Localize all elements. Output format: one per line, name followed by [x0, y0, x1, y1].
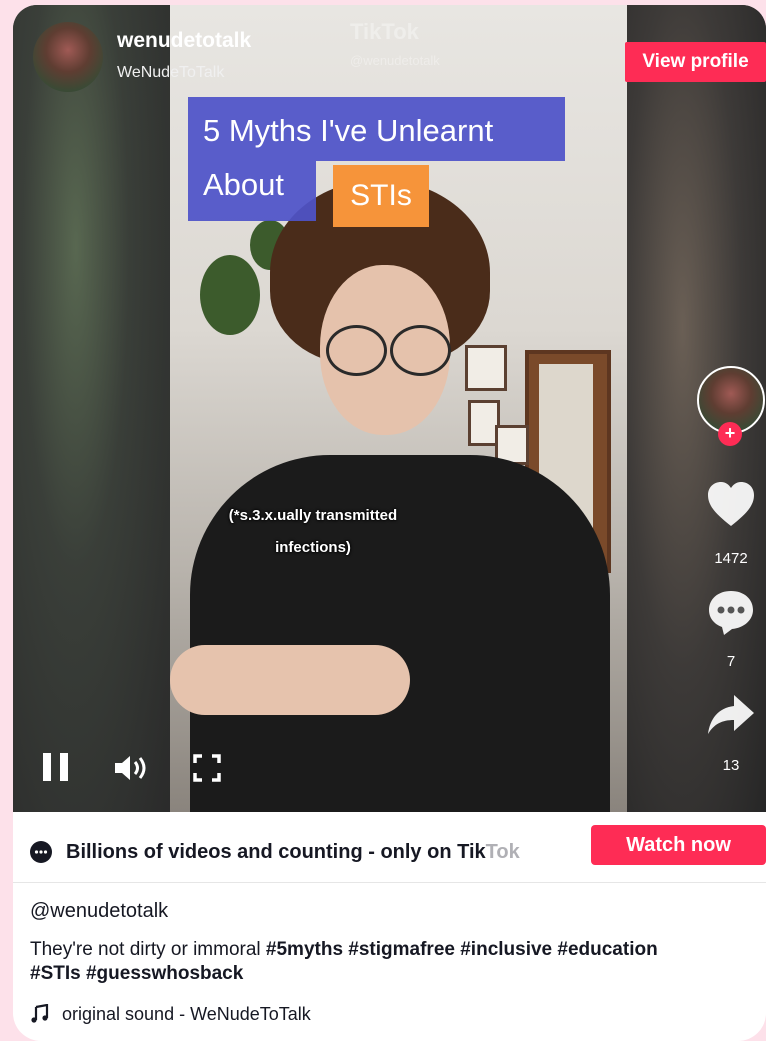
tiktok-watermark: TikTok	[350, 19, 419, 44]
follow-plus-icon[interactable]: +	[718, 422, 742, 446]
hashtags-line2[interactable]: #STIs #guesswhosback	[30, 963, 243, 984]
glasses	[320, 325, 451, 376]
description-text: They're not dirty or immoral #5myths #st…	[30, 938, 750, 986]
pause-icon[interactable]	[43, 753, 71, 781]
promo-banner-text: Billions of videos and counting - only o…	[66, 841, 520, 864]
share-icon[interactable]	[701, 693, 761, 742]
heart-icon[interactable]	[701, 480, 761, 533]
volume-icon[interactable]	[113, 753, 149, 788]
author-avatar[interactable]	[33, 22, 103, 92]
wall-picture	[465, 345, 507, 391]
overlay-title-line2: About	[203, 167, 285, 202]
like-count: 1472	[714, 550, 748, 567]
video-caption: (*s.3.x.ually transmitted infections)	[173, 500, 453, 564]
person-hand	[170, 645, 410, 715]
video-blur-left	[13, 5, 170, 812]
watch-now-button[interactable]: Watch now	[591, 825, 766, 865]
promo-text-faded: Tok	[485, 841, 520, 863]
hashtags-line1[interactable]: #5myths #stigmafree #inclusive #educatio…	[266, 939, 658, 960]
video-player[interactable]: TikTok @wenudetotalk 5 Myths I've Unlear…	[13, 5, 766, 812]
music-note-icon	[30, 1003, 50, 1030]
view-profile-button[interactable]: View profile	[625, 42, 766, 82]
music-label[interactable]: original sound - WeNudeToTalk	[62, 1004, 311, 1025]
share-count: 13	[722, 757, 740, 774]
tiktok-embed-card: TikTok @wenudetotalk 5 Myths I've Unlear…	[13, 5, 766, 1041]
fullscreen-icon[interactable]	[193, 754, 221, 787]
author-username[interactable]: wenudetotalk	[117, 29, 251, 53]
caption-line2: infections)	[275, 539, 351, 556]
plant-leaves	[200, 255, 260, 335]
promo-text-main: Billions of videos and counting - only o…	[66, 841, 486, 863]
overlay-title-highlight: STIs	[333, 165, 429, 227]
caption-line1: (*s.3.x.ually transmitted	[228, 507, 398, 524]
overlay-title-line1: 5 Myths I've Unlearnt	[203, 113, 494, 148]
description-handle[interactable]: @wenudetotalk	[30, 900, 168, 923]
comment-icon[interactable]	[701, 588, 761, 643]
comment-count: 7	[726, 653, 736, 670]
speech-bubble-icon	[30, 841, 52, 863]
tiktok-watermark-handle: @wenudetotalk	[350, 53, 440, 68]
description-plain-text: They're not dirty or immoral	[30, 939, 266, 960]
author-display-name[interactable]: WeNudeToTalk	[117, 64, 224, 82]
